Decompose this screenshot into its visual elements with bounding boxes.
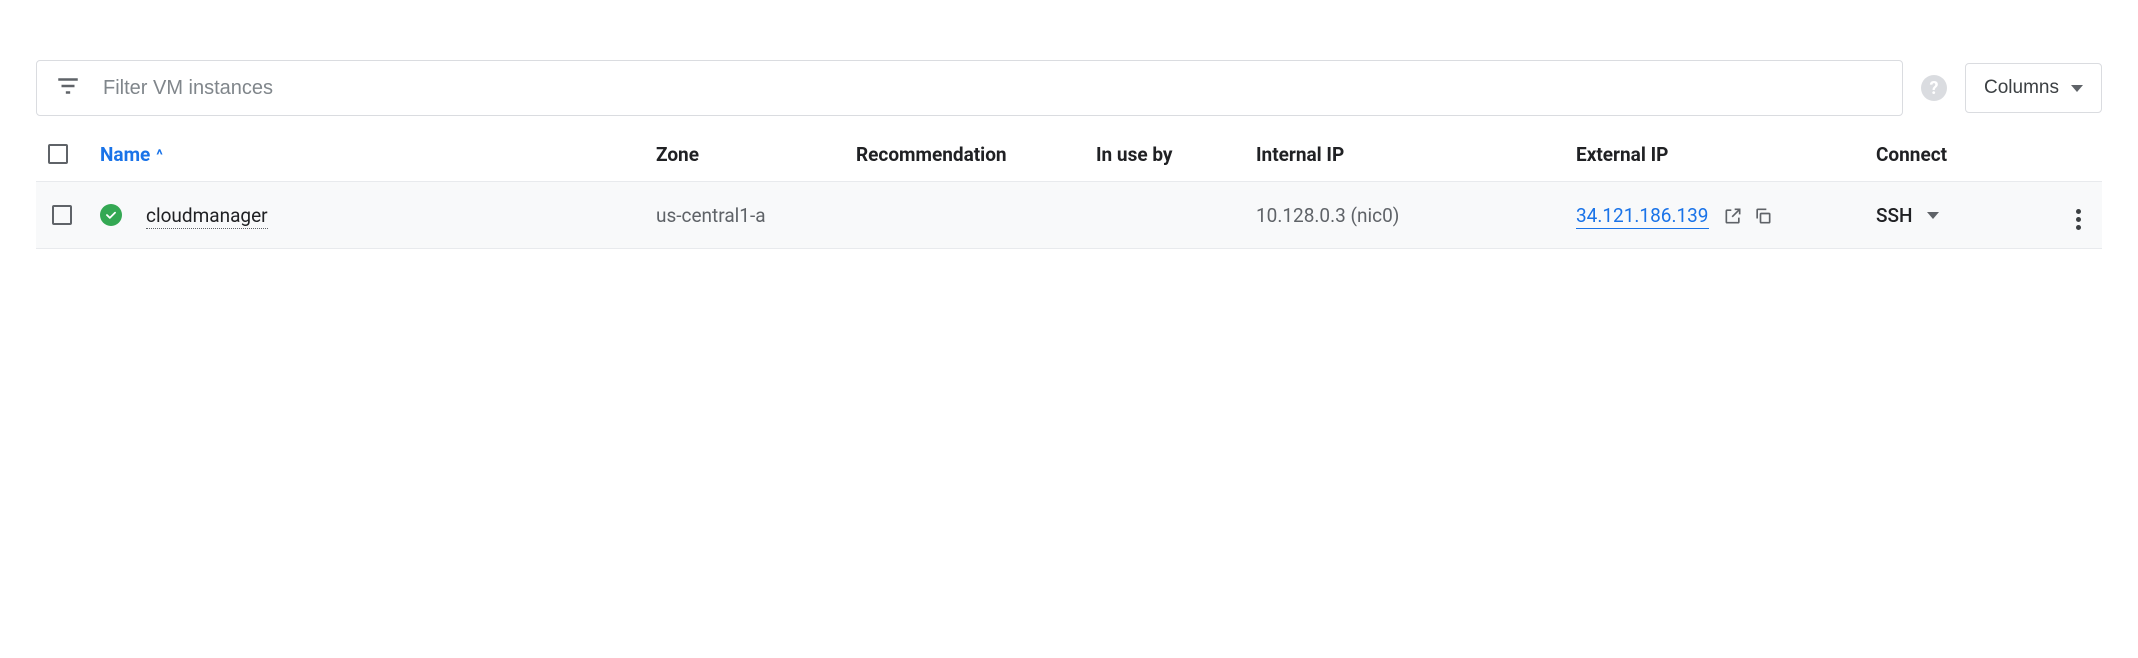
header-external-ip[interactable]: External IP — [1564, 128, 1864, 182]
cell-internal-ip: 10.128.0.3 (nic0) — [1244, 182, 1564, 249]
table-row: cloudmanager us-central1-a 10.128.0.3 (n… — [36, 182, 2102, 249]
header-checkbox-cell — [36, 128, 88, 182]
cell-external-ip: 34.121.186.139 — [1564, 182, 1864, 249]
row-checkbox[interactable] — [52, 205, 72, 225]
cell-recommendation — [844, 182, 1084, 249]
filter-icon — [55, 73, 81, 104]
columns-button[interactable]: Columns — [1965, 63, 2102, 113]
internal-ip-address: 10.128.0.3 — [1256, 204, 1346, 227]
header-name-label: Name — [100, 143, 150, 166]
header-more — [2054, 128, 2102, 182]
filter-input[interactable] — [103, 77, 1884, 100]
header-zone[interactable]: Zone — [644, 128, 844, 182]
vm-instances-table: Name ^ Zone Recommendation In use by Int… — [36, 128, 2102, 249]
status-running-icon — [100, 204, 122, 226]
ssh-label: SSH — [1876, 204, 1913, 227]
select-all-checkbox[interactable] — [48, 144, 68, 164]
header-internal-ip[interactable]: Internal IP — [1244, 128, 1564, 182]
filter-box[interactable] — [36, 60, 1903, 116]
cell-zone: us-central1-a — [644, 182, 844, 249]
table-header-row: Name ^ Zone Recommendation In use by Int… — [36, 128, 2102, 182]
help-icon[interactable]: ? — [1921, 75, 1947, 101]
ssh-button[interactable]: SSH — [1876, 204, 1939, 227]
toolbar: ? Columns — [36, 60, 2102, 116]
columns-button-label: Columns — [1984, 77, 2059, 99]
header-recommendation[interactable]: Recommendation — [844, 128, 1084, 182]
sort-ascending-icon: ^ — [156, 146, 163, 164]
copy-icon[interactable] — [1753, 206, 1773, 226]
caret-down-icon — [2071, 85, 2083, 92]
cell-in-use-by — [1084, 182, 1244, 249]
ssh-dropdown-icon — [1927, 212, 1939, 219]
open-external-icon[interactable] — [1723, 206, 1743, 226]
internal-ip-interface: (nic0) — [1351, 204, 1400, 227]
external-ip-link[interactable]: 34.121.186.139 — [1576, 204, 1709, 229]
more-actions-button[interactable] — [2072, 205, 2085, 234]
instance-name-link[interactable]: cloudmanager — [146, 204, 268, 229]
header-connect[interactable]: Connect — [1864, 128, 2054, 182]
header-in-use-by[interactable]: In use by — [1084, 128, 1244, 182]
header-name[interactable]: Name ^ — [88, 128, 644, 182]
